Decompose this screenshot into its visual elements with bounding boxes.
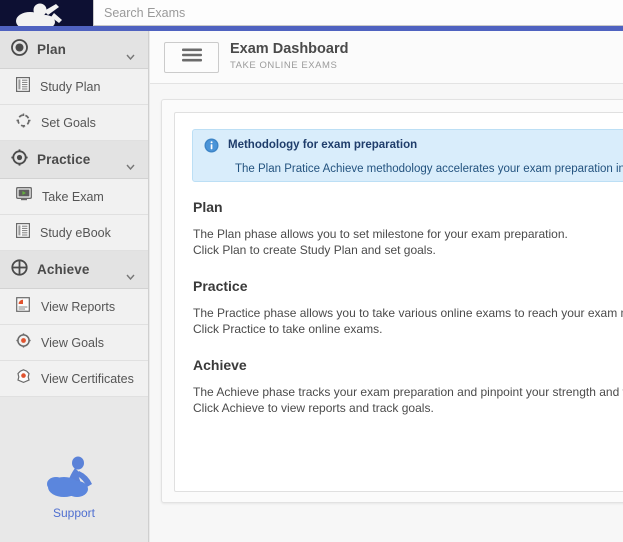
section-practice: Practice The Practice phase allows you t… — [193, 278, 623, 337]
main-content: Exam Dashboard TAKE ONLINE EXAMS Methodo… — [150, 31, 623, 542]
book-lines-icon — [16, 222, 31, 243]
sidebar-item-study-plan[interactable]: Study Plan — [0, 69, 148, 105]
page-subtitle: TAKE ONLINE EXAMS — [230, 60, 338, 71]
page-topbar: Exam Dashboard TAKE ONLINE EXAMS — [150, 31, 623, 84]
section-line: The Practice phase allows you to take va… — [193, 306, 623, 320]
section-heading: Practice — [193, 278, 248, 294]
target-bullseye-icon — [16, 332, 31, 353]
sidebar-group-practice[interactable]: Practice — [0, 141, 148, 179]
section-line: Click Plan to create Study Plan and set … — [193, 243, 436, 257]
sidebar-group-achieve[interactable]: Achieve — [0, 251, 148, 289]
sidebar-group-plan[interactable]: Plan — [0, 31, 148, 69]
support-label: Support — [52, 506, 96, 520]
sidebar-item-label: View Goals — [41, 335, 104, 350]
page-title-wrap: Exam Dashboard TAKE ONLINE EXAMS — [230, 41, 348, 71]
methodology-alert: Methodology for exam preparation The Pla… — [192, 129, 623, 182]
chevron-down-icon — [126, 267, 135, 280]
sidebar-item-label: Study Plan — [40, 79, 101, 94]
sidebar-item-label: Study eBook — [40, 225, 111, 240]
sidebar-group-label: Achieve — [37, 262, 90, 277]
hamburger-menu-icon — [181, 48, 202, 67]
section-achieve: Achieve The Achieve phase tracks your ex… — [193, 357, 623, 416]
monitor-play-icon — [16, 187, 32, 206]
top-navbar — [0, 0, 623, 26]
section-line: The Achieve phase tracks your exam prepa… — [193, 385, 623, 399]
section-line: The Plan phase allows you to set milesto… — [193, 227, 568, 241]
sidebar-item-view-reports[interactable]: View Reports — [0, 289, 148, 325]
sidebar-item-label: Set Goals — [41, 115, 96, 130]
alert-text: The Plan Pratice Achieve methodology acc… — [235, 163, 623, 175]
section-heading: Plan — [193, 199, 223, 215]
sidebar-item-view-certificates[interactable]: View Certificates — [0, 361, 148, 397]
methodology-sections: Plan The Plan phase allows you to set mi… — [193, 199, 623, 436]
dashboard-panel: Methodology for exam preparation The Pla… — [161, 99, 623, 503]
crosshair-icon — [11, 148, 28, 171]
section-body: The Achieve phase tracks your exam prepa… — [193, 384, 623, 416]
sidebar-item-label: View Certificates — [41, 371, 134, 386]
info-circle-icon — [204, 138, 219, 158]
search-input[interactable] — [93, 0, 623, 26]
chevron-down-icon — [126, 47, 135, 60]
alert-title: Methodology for exam preparation — [228, 139, 418, 151]
section-line: Click Practice to take online exams. — [193, 322, 383, 336]
section-heading: Achieve — [193, 357, 247, 373]
section-body: The Practice phase allows you to take va… — [193, 305, 623, 337]
circle-cross-icon — [11, 258, 28, 281]
dashboard-card: Methodology for exam preparation The Pla… — [174, 112, 623, 492]
sidebar-item-label: Take Exam — [42, 189, 104, 204]
page-title: Exam Dashboard — [230, 41, 349, 57]
sidebar-item-view-goals[interactable]: View Goals — [0, 325, 148, 361]
document-lines-icon — [16, 76, 31, 97]
sidebar-group-label: Plan — [37, 42, 66, 57]
hamburger-menu-button[interactable] — [164, 42, 219, 73]
sidebar-group-label: Practice — [37, 152, 91, 167]
support-button[interactable]: Support — [0, 451, 148, 520]
cloud-person-logo[interactable] — [14, 0, 86, 26]
certificate-badge-icon — [16, 368, 31, 389]
sidebar-item-label: View Reports — [41, 299, 116, 314]
support-cloud-person-icon — [44, 451, 104, 504]
sidebar-item-set-goals[interactable]: Set Goals — [0, 105, 148, 141]
section-line: Click Achieve to view reports and track … — [193, 401, 434, 415]
sidebar-item-study-ebook[interactable]: Study eBook — [0, 215, 148, 251]
circle-dot-icon — [11, 38, 28, 61]
chevron-down-icon — [126, 157, 135, 170]
sidebar-item-take-exam[interactable]: Take Exam — [0, 179, 148, 215]
section-plan: Plan The Plan phase allows you to set mi… — [193, 199, 623, 258]
sidebar: Plan Study Plan Set Goals Practice Take … — [0, 31, 149, 542]
section-body: The Plan phase allows you to set milesto… — [193, 226, 623, 258]
target-dashed-icon — [16, 113, 31, 133]
report-chart-icon — [16, 296, 31, 317]
